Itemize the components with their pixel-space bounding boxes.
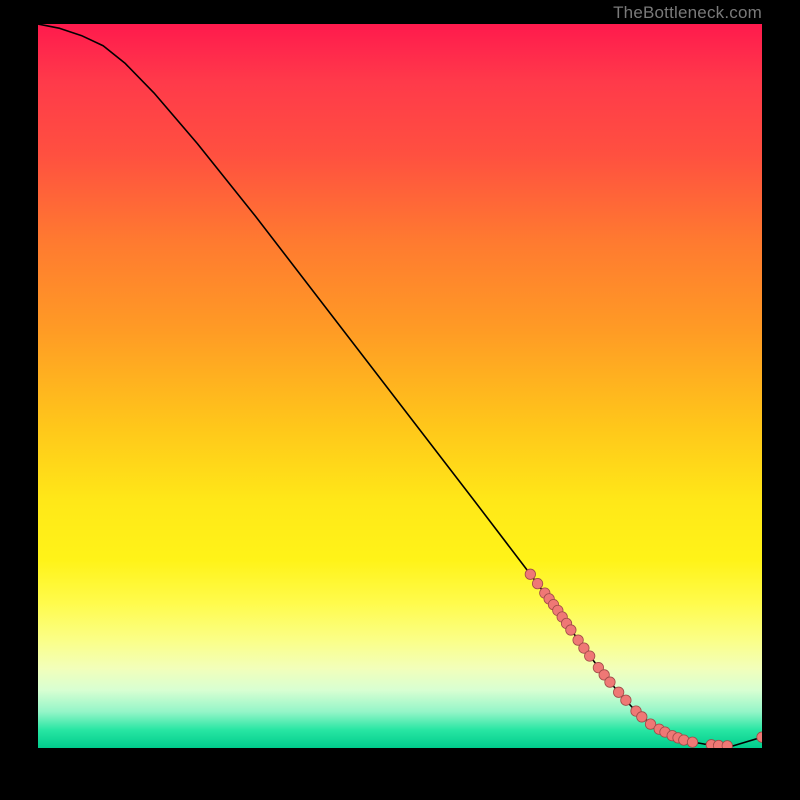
chart-plot-area	[38, 24, 762, 748]
attribution-text: TheBottleneck.com	[613, 4, 762, 21]
chart-container: TheBottleneck.com	[0, 0, 800, 800]
